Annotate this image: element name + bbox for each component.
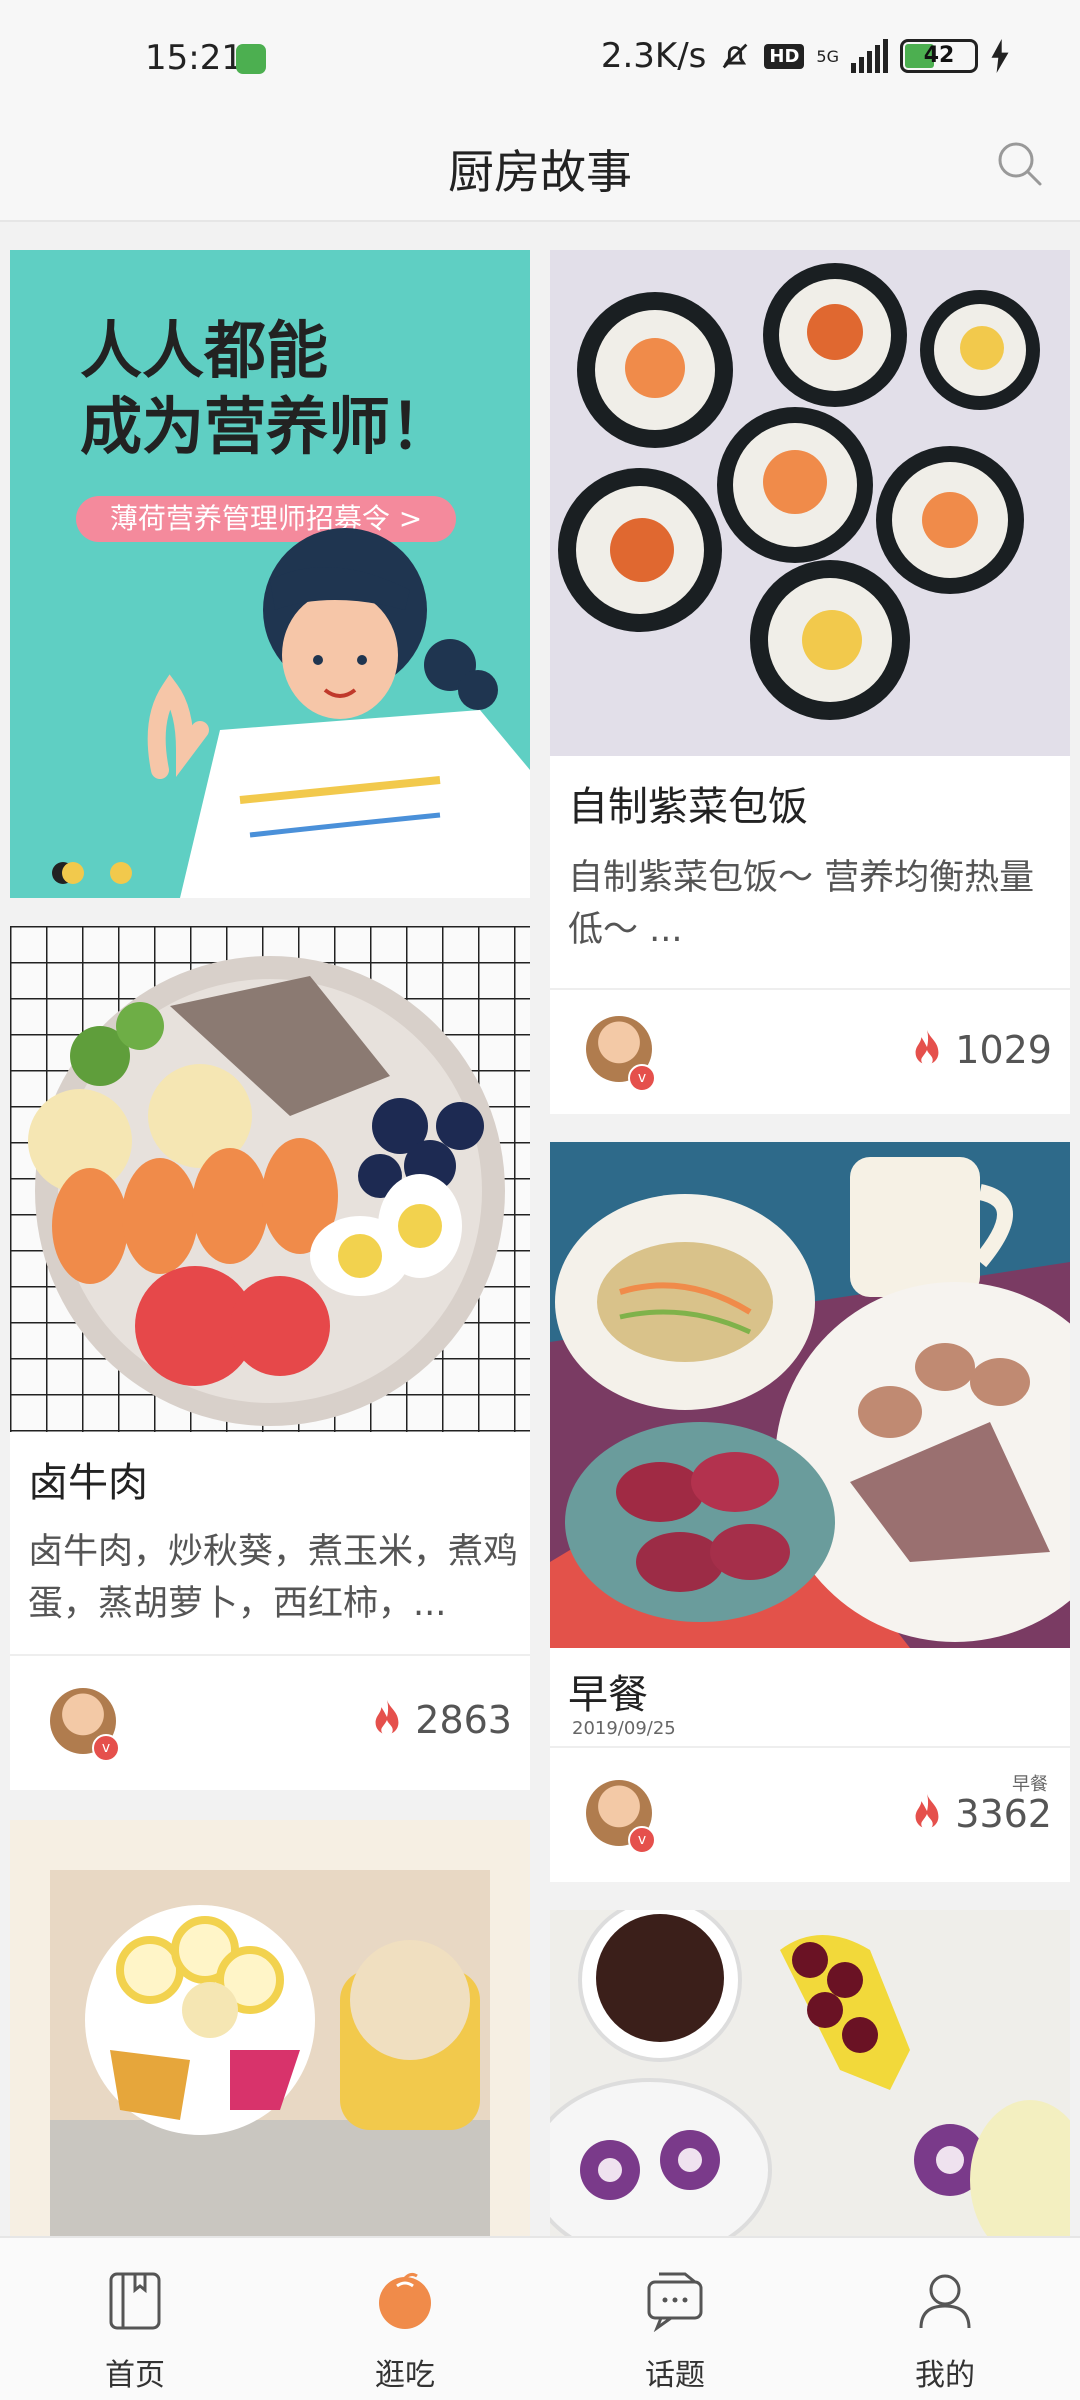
hot-count-value: 3362 [955, 1792, 1052, 1836]
fire-icon [375, 1700, 399, 1736]
recipe-card[interactable] [10, 1820, 530, 2236]
app-header: 厨房故事 [0, 118, 1080, 222]
hot-count-value: 1029 [955, 1028, 1052, 1072]
orange-icon [379, 2272, 431, 2329]
battery-icon: 42 [900, 39, 978, 73]
recipe-image [550, 1910, 1070, 2236]
network-type: 5G [816, 46, 839, 66]
carousel-dot-1-highlight [62, 862, 84, 884]
post-date: 2019/09/25 [572, 1718, 676, 1739]
recipe-image [10, 926, 530, 1432]
tab-browse-label: 逛吃 [375, 2358, 435, 2393]
fire-icon [915, 1030, 939, 1066]
hot-count: 3362 [909, 1792, 1052, 1836]
divider [550, 1746, 1070, 1748]
chat-bubble-icon [647, 2272, 703, 2332]
recipe-image [550, 1142, 1070, 1648]
battery-level: 42 [923, 43, 955, 68]
tab-profile-label: 我的 [915, 2358, 975, 2393]
carousel-dot-2[interactable] [110, 862, 132, 884]
book-icon [109, 2272, 161, 2330]
tab-browse[interactable]: 逛吃 [270, 2238, 540, 2400]
signal-icon [851, 39, 888, 73]
network-speed: 2.3K/s [600, 36, 707, 76]
user-icon [919, 2274, 971, 2329]
recipe-title: 早餐 [568, 1672, 648, 1718]
verified-badge-icon: v [92, 1734, 120, 1762]
recipe-card[interactable]: 自制紫菜包饭 自制紫菜包饭～ 营养均衡热量低～ ... v 1029 [550, 250, 1070, 1114]
illustration-woman [147, 528, 530, 898]
status-time: 15:21 [145, 38, 243, 78]
hd-badge: HD [764, 43, 805, 69]
tab-profile[interactable]: 我的 [810, 2238, 1080, 2400]
recipe-description: 卤牛肉，炒秋葵，煮玉米，煮鸡蛋，蒸胡萝卜，西红柿，... [28, 1532, 519, 1624]
tab-home[interactable]: 首页 [0, 2238, 270, 2400]
recipe-title: 自制紫菜包饭 [568, 784, 808, 830]
verified-badge-icon: v [628, 1826, 656, 1854]
recipe-title: 卤牛肉 [28, 1460, 148, 1506]
recipe-card[interactable] [550, 1910, 1070, 2236]
recipe-card[interactable]: 早餐 2019/09/25 早餐 v 3362 [550, 1142, 1070, 1882]
tab-home-label: 首页 [105, 2358, 165, 2393]
bell-muted-icon [723, 43, 748, 69]
app-notification-icon [236, 44, 266, 74]
hot-count: 1029 [909, 1028, 1052, 1072]
tab-topics[interactable]: 话题 [540, 2238, 810, 2400]
recipe-image [550, 250, 1070, 756]
status-right: 2.3K/s HD 5G 42 [601, 36, 1010, 76]
hot-count-value: 2863 [415, 1698, 512, 1742]
bottom-tab-bar: 首页 逛吃 话题 我的 [0, 2236, 1080, 2400]
divider [550, 988, 1070, 990]
hot-count: 2863 [369, 1698, 512, 1742]
divider [10, 1654, 530, 1656]
tab-topics-label: 话题 [645, 2358, 705, 2393]
promo-banner[interactable]: 人人都能 成为营养师！ 薄荷营养管理师招募令 > [10, 250, 530, 898]
page-title: 厨房故事 [448, 145, 632, 199]
fire-icon [915, 1794, 939, 1830]
charging-icon [991, 39, 1009, 73]
recipe-card[interactable]: 卤牛肉 卤牛肉，炒秋葵，煮玉米，煮鸡蛋，蒸胡萝卜，西红柿，... v 2863 [10, 926, 530, 1790]
recipe-image [10, 1820, 530, 2236]
search-icon[interactable] [990, 134, 1050, 194]
status-bar: 15:21 2.3K/s HD 5G 42 [0, 0, 1080, 118]
recipe-description: 自制紫菜包饭～ 营养均衡热量低～ ... [568, 858, 1035, 950]
verified-badge-icon: v [628, 1064, 656, 1092]
